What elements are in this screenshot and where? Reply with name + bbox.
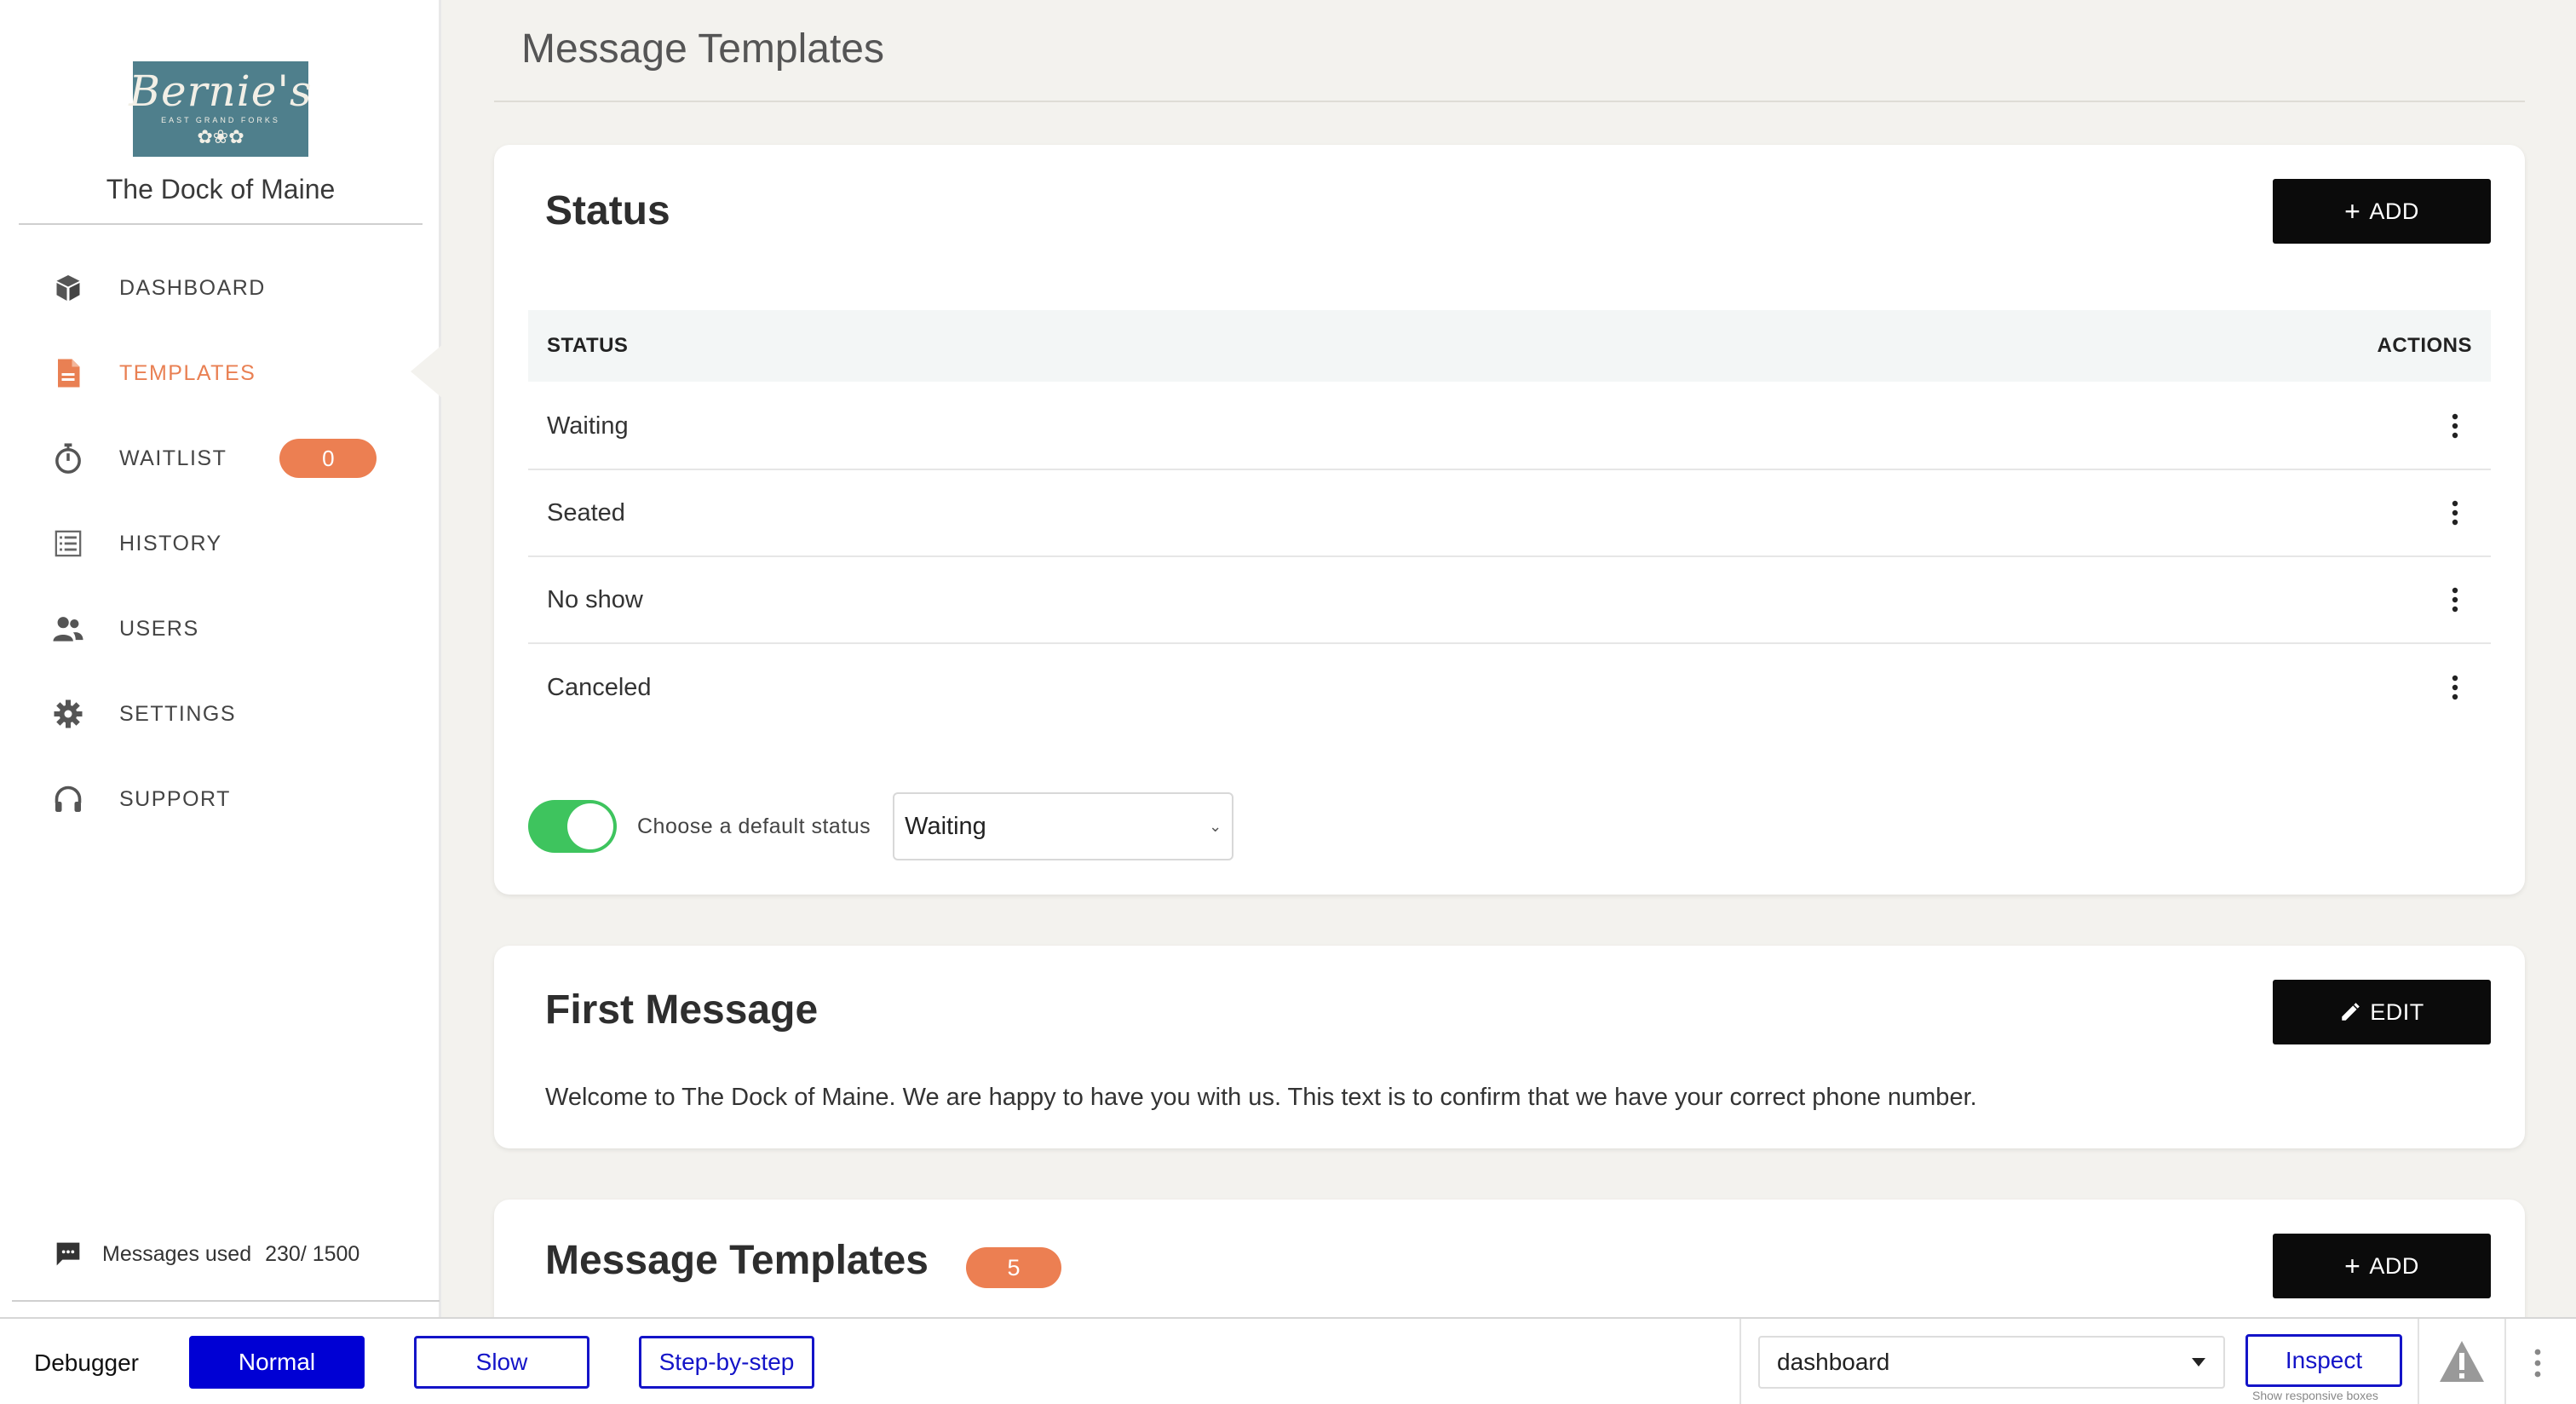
edit-first-message-button[interactable]: EDIT <box>2273 980 2491 1044</box>
divider <box>2418 1319 2419 1404</box>
sidebar-item-waitlist[interactable]: WAITLIST 0 <box>49 433 407 484</box>
sidebar-item-users[interactable]: USERS <box>49 603 407 654</box>
logo-script: Bernie's <box>129 66 313 116</box>
users-icon <box>49 610 87 647</box>
table-row: Waiting <box>528 383 2491 470</box>
add-status-button[interactable]: + ADD <box>2273 179 2491 244</box>
more-vertical-icon[interactable] <box>2438 496 2472 530</box>
status-name: Seated <box>547 498 625 526</box>
status-name: Waiting <box>547 411 629 440</box>
divider <box>2504 1319 2506 1404</box>
more-vertical-icon[interactable] <box>2525 1344 2550 1382</box>
sidebar-item-label: HISTORY <box>119 531 222 555</box>
messages-used-label: Messages used <box>102 1241 252 1266</box>
sidebar-item-templates[interactable]: TEMPLATES <box>49 348 407 399</box>
logo-ornament: ✿❀✿ <box>197 126 244 147</box>
divider <box>19 223 423 225</box>
debugger-mode-normal[interactable]: Normal <box>189 1336 365 1389</box>
document-icon <box>49 354 87 392</box>
templates-count-badge: 5 <box>966 1247 1061 1288</box>
default-status-select[interactable]: Waiting ⌄ <box>893 792 1234 860</box>
table-row: Seated <box>528 470 2491 557</box>
restaurant-logo: Bernie's EAST GRAND FORKS ✿❀✿ <box>129 61 312 157</box>
status-card-title: Status <box>545 188 670 233</box>
debugger-label: Debugger <box>34 1349 139 1376</box>
sidebar: Bernie's EAST GRAND FORKS ✿❀✿ The Dock o… <box>0 0 443 1317</box>
caret-down-icon <box>2192 1358 2205 1367</box>
status-table-header: STATUS ACTIONS <box>528 310 2491 382</box>
debugger-mode-slow[interactable]: Slow <box>414 1336 589 1389</box>
first-message-title: First Message <box>545 987 819 1033</box>
sidebar-item-label: WAITLIST <box>119 446 227 470</box>
sidebar-item-dashboard[interactable]: DASHBOARD <box>49 262 407 314</box>
warning-icon[interactable] <box>2438 1339 2489 1387</box>
divider <box>12 1300 440 1302</box>
plus-icon: + <box>2344 1251 2361 1281</box>
sidebar-item-label: DASHBOARD <box>119 275 266 300</box>
debugger-mode-step[interactable]: Step-by-step <box>639 1336 814 1389</box>
status-card: Status + ADD STATUS ACTIONS Waiting Seat… <box>494 145 2525 895</box>
message-icon <box>49 1235 87 1273</box>
cube-icon <box>49 269 87 307</box>
active-indicator <box>411 344 443 399</box>
more-vertical-icon[interactable] <box>2438 409 2472 443</box>
debugger-page-select[interactable]: dashboard <box>1758 1336 2225 1389</box>
messages-used-value: 230/ 1500 <box>265 1241 360 1266</box>
sidebar-item-label: SETTINGS <box>119 701 237 726</box>
list-icon <box>49 525 87 562</box>
sidebar-item-label: USERS <box>119 616 199 641</box>
more-vertical-icon[interactable] <box>2438 583 2472 617</box>
sidebar-item-support[interactable]: SUPPORT <box>49 774 407 825</box>
stopwatch-icon <box>49 440 87 477</box>
edit-label: EDIT <box>2370 998 2424 1025</box>
divider <box>1739 1319 1741 1404</box>
more-vertical-icon[interactable] <box>2438 670 2472 705</box>
page-title: Message Templates <box>521 26 884 72</box>
inspect-button[interactable]: Inspect <box>2245 1334 2402 1387</box>
default-status-label: Choose a default status <box>637 814 871 838</box>
divider <box>494 101 2525 102</box>
pencil-icon <box>2342 1003 2360 1021</box>
toggle-knob <box>567 803 613 849</box>
message-templates-title: Message Templates <box>545 1238 929 1283</box>
waitlist-count-badge: 0 <box>279 439 377 478</box>
sidebar-item-history[interactable]: HISTORY <box>49 518 407 569</box>
column-header-status: STATUS <box>547 334 629 357</box>
default-status-bar: Choose a default status Waiting ⌄ <box>528 792 1234 860</box>
status-name: No show <box>547 585 643 613</box>
restaurant-name: The Dock of Maine <box>106 174 336 204</box>
sidebar-item-settings[interactable]: SETTINGS <box>49 688 407 739</box>
messages-used: Messages used 230/ 1500 <box>49 1235 359 1273</box>
gear-icon <box>49 695 87 733</box>
plus-icon: + <box>2344 196 2361 227</box>
headphones-icon <box>49 780 87 818</box>
chevron-down-icon: ⌄ <box>1209 817 1222 835</box>
sidebar-item-label: SUPPORT <box>119 786 231 811</box>
default-status-value: Waiting <box>905 812 986 840</box>
logo-subtitle: EAST GRAND FORKS <box>161 116 280 124</box>
table-row: Canceled <box>528 644 2491 731</box>
add-template-label: ADD <box>2369 1252 2419 1279</box>
sidebar-item-label: TEMPLATES <box>119 360 256 385</box>
debugger-page-value: dashboard <box>1777 1349 1890 1375</box>
first-message-body: Welcome to The Dock of Maine. We are hap… <box>545 1084 1977 1111</box>
status-name: Canceled <box>547 673 652 701</box>
column-header-actions: ACTIONS <box>2377 334 2472 357</box>
add-status-label: ADD <box>2369 198 2419 224</box>
add-template-button[interactable]: + ADD <box>2273 1234 2491 1298</box>
debugger-bar: Debugger Normal Slow Step-by-step dashbo… <box>0 1317 2576 1404</box>
table-row: No show <box>528 557 2491 644</box>
first-message-card: First Message EDIT Welcome to The Dock o… <box>494 946 2525 1148</box>
inspect-hint: Show responsive boxes <box>2252 1389 2378 1402</box>
default-status-toggle[interactable] <box>528 800 617 853</box>
